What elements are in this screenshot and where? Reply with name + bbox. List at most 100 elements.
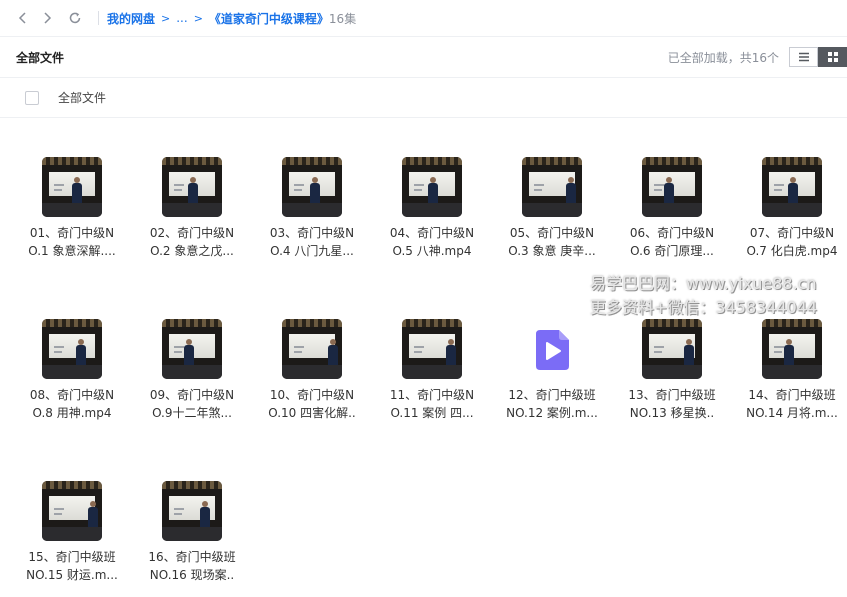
thumbnail-floor	[402, 203, 462, 217]
select-all-row: 全部文件	[0, 78, 847, 118]
thumbnail-writing	[774, 346, 784, 348]
refresh-icon[interactable]	[64, 7, 86, 29]
forward-icon[interactable]	[36, 7, 58, 29]
file-name[interactable]: 07、奇门中级N O.7 化白虎.mp4	[720, 224, 847, 260]
file-name-line-2: NO.16 现场案..	[149, 568, 235, 582]
thumbnail-floor	[762, 365, 822, 379]
thumbnail-ceiling	[162, 157, 222, 165]
video-file-icon	[536, 330, 569, 370]
thumbnail-presenter	[664, 177, 674, 203]
thumbnail-floor	[162, 527, 222, 541]
watermark-line-1: 易学巴巴网：www.yixue88.cn	[590, 274, 817, 293]
video-thumbnail	[162, 157, 222, 217]
thumbnail-ceiling	[282, 157, 342, 165]
list-icon	[798, 52, 809, 62]
file-item[interactable]: 01、奇门中级N O.1 象意深解....	[0, 119, 120, 259]
file-item[interactable]: 02、奇门中级N O.2 象意之戊...	[120, 119, 240, 259]
file-name-line-2: NO.14 月将.m...	[746, 406, 838, 420]
thumbnail-presenter	[784, 339, 794, 365]
file-item[interactable]: 04、奇门中级N O.5 八神.mp4	[360, 119, 480, 259]
list-view-button[interactable]	[789, 47, 818, 67]
file-item[interactable]: 03、奇门中级N O.4 八门九星...	[240, 119, 360, 259]
thumbnail-ceiling	[402, 157, 462, 165]
thumbnail-writing	[534, 184, 544, 186]
thumbnail-floor	[642, 365, 702, 379]
thumbnail-presenter	[188, 177, 198, 203]
thumbnail-ceiling	[522, 157, 582, 165]
thumbnail-floor	[42, 527, 102, 541]
thumbnail-ceiling	[762, 157, 822, 165]
thumbnail-floor	[642, 203, 702, 217]
thumbnail-writing	[294, 189, 302, 191]
file-item[interactable]: 06、奇门中级N O.6 奇门原理...	[600, 119, 720, 259]
thumbnail-floor	[522, 203, 582, 217]
file-item[interactable]: 15、奇门中级班 NO.15 财运.m...	[0, 443, 120, 583]
thumbnail-writing	[534, 189, 542, 191]
thumbnail-ceiling	[642, 157, 702, 165]
video-thumbnail	[42, 319, 102, 379]
thumbnail-ceiling	[762, 319, 822, 327]
file-name-line-1: 07、奇门中级N	[749, 226, 835, 240]
thumbnail-writing	[174, 184, 184, 186]
thumbnail-writing	[414, 184, 424, 186]
video-thumbnail	[42, 157, 102, 217]
select-all-checkbox[interactable]	[25, 90, 39, 105]
video-thumbnail	[282, 319, 342, 379]
file-name[interactable]: 16、奇门中级班 NO.16 现场案..	[120, 548, 264, 584]
thumbnail-writing	[654, 184, 664, 186]
video-thumbnail	[642, 319, 702, 379]
file-name[interactable]: 14、奇门中级班 NO.14 月将.m...	[720, 386, 847, 422]
video-thumbnail	[402, 157, 462, 217]
thumbnail-floor	[162, 365, 222, 379]
video-thumbnail	[162, 481, 222, 541]
video-thumbnail	[762, 319, 822, 379]
thumbnail-writing	[294, 184, 304, 186]
file-item[interactable]: 09、奇门中级N O.9十二年煞...	[120, 281, 240, 421]
file-item[interactable]: 16、奇门中级班 NO.16 现场案..	[120, 443, 240, 583]
thumbnail-writing	[174, 508, 184, 510]
thumbnail-writing	[414, 189, 422, 191]
thumbnail-writing	[654, 346, 664, 348]
thumbnail-presenter	[566, 177, 576, 203]
thumbnail-writing	[294, 351, 302, 353]
breadcrumb: 我的网盘 > ... > 《道家奇门中级课程》16集	[107, 10, 356, 27]
breadcrumb-arrow: >	[193, 11, 203, 25]
thumbnail-writing	[774, 184, 784, 186]
breadcrumb-ellipsis[interactable]: ...	[176, 11, 187, 25]
thumbnail-writing	[774, 351, 782, 353]
thumbnail-floor	[282, 203, 342, 217]
thumbnail-presenter	[310, 177, 320, 203]
file-item[interactable]: 05、奇门中级N O.3 象意 庚辛...	[480, 119, 600, 259]
file-item[interactable]: 08、奇门中级N O.8 用神.mp4	[0, 281, 120, 421]
breadcrumb-count: 16集	[328, 11, 357, 26]
thumbnail-ceiling	[42, 481, 102, 489]
file-item[interactable]: 12、奇门中级班 NO.12 案例.m...	[480, 281, 600, 421]
file-item[interactable]: 11、奇门中级N O.11 案例 四...	[360, 281, 480, 421]
watermark: 易学巴巴网：www.yixue88.cn 更多资料+微信：3458344044	[590, 272, 847, 320]
thumbnail-writing	[54, 346, 64, 348]
file-name-line-1: 14、奇门中级班	[748, 388, 836, 402]
thumbnail-floor	[762, 203, 822, 217]
grid-view-button[interactable]	[818, 47, 847, 67]
thumbnail-writing	[294, 346, 304, 348]
file-item[interactable]: 10、奇门中级N O.10 四害化解..	[240, 281, 360, 421]
thumbnail-presenter	[200, 501, 210, 527]
breadcrumb-root[interactable]: 我的网盘	[107, 10, 155, 27]
thumbnail-ceiling	[282, 319, 342, 327]
thumbnail-ceiling	[402, 319, 462, 327]
thumbnail-presenter	[88, 501, 98, 527]
page-title: 全部文件	[16, 50, 65, 65]
back-icon[interactable]	[12, 7, 34, 29]
view-toggle	[789, 47, 847, 67]
thumbnail-writing	[54, 351, 62, 353]
select-all-label: 全部文件	[58, 91, 107, 105]
video-thumbnail	[522, 157, 582, 217]
thumbnail-writing	[174, 351, 182, 353]
thumbnail-presenter	[684, 339, 694, 365]
file-name-line-2: O.7 化白虎.mp4	[746, 244, 838, 258]
thumbnail-writing	[414, 351, 422, 353]
thumbnail-presenter	[788, 177, 798, 203]
thumbnail-writing	[54, 189, 62, 191]
file-item[interactable]: 07、奇门中级N O.7 化白虎.mp4	[720, 119, 840, 259]
load-status: 已全部加载，共16个	[667, 50, 779, 65]
